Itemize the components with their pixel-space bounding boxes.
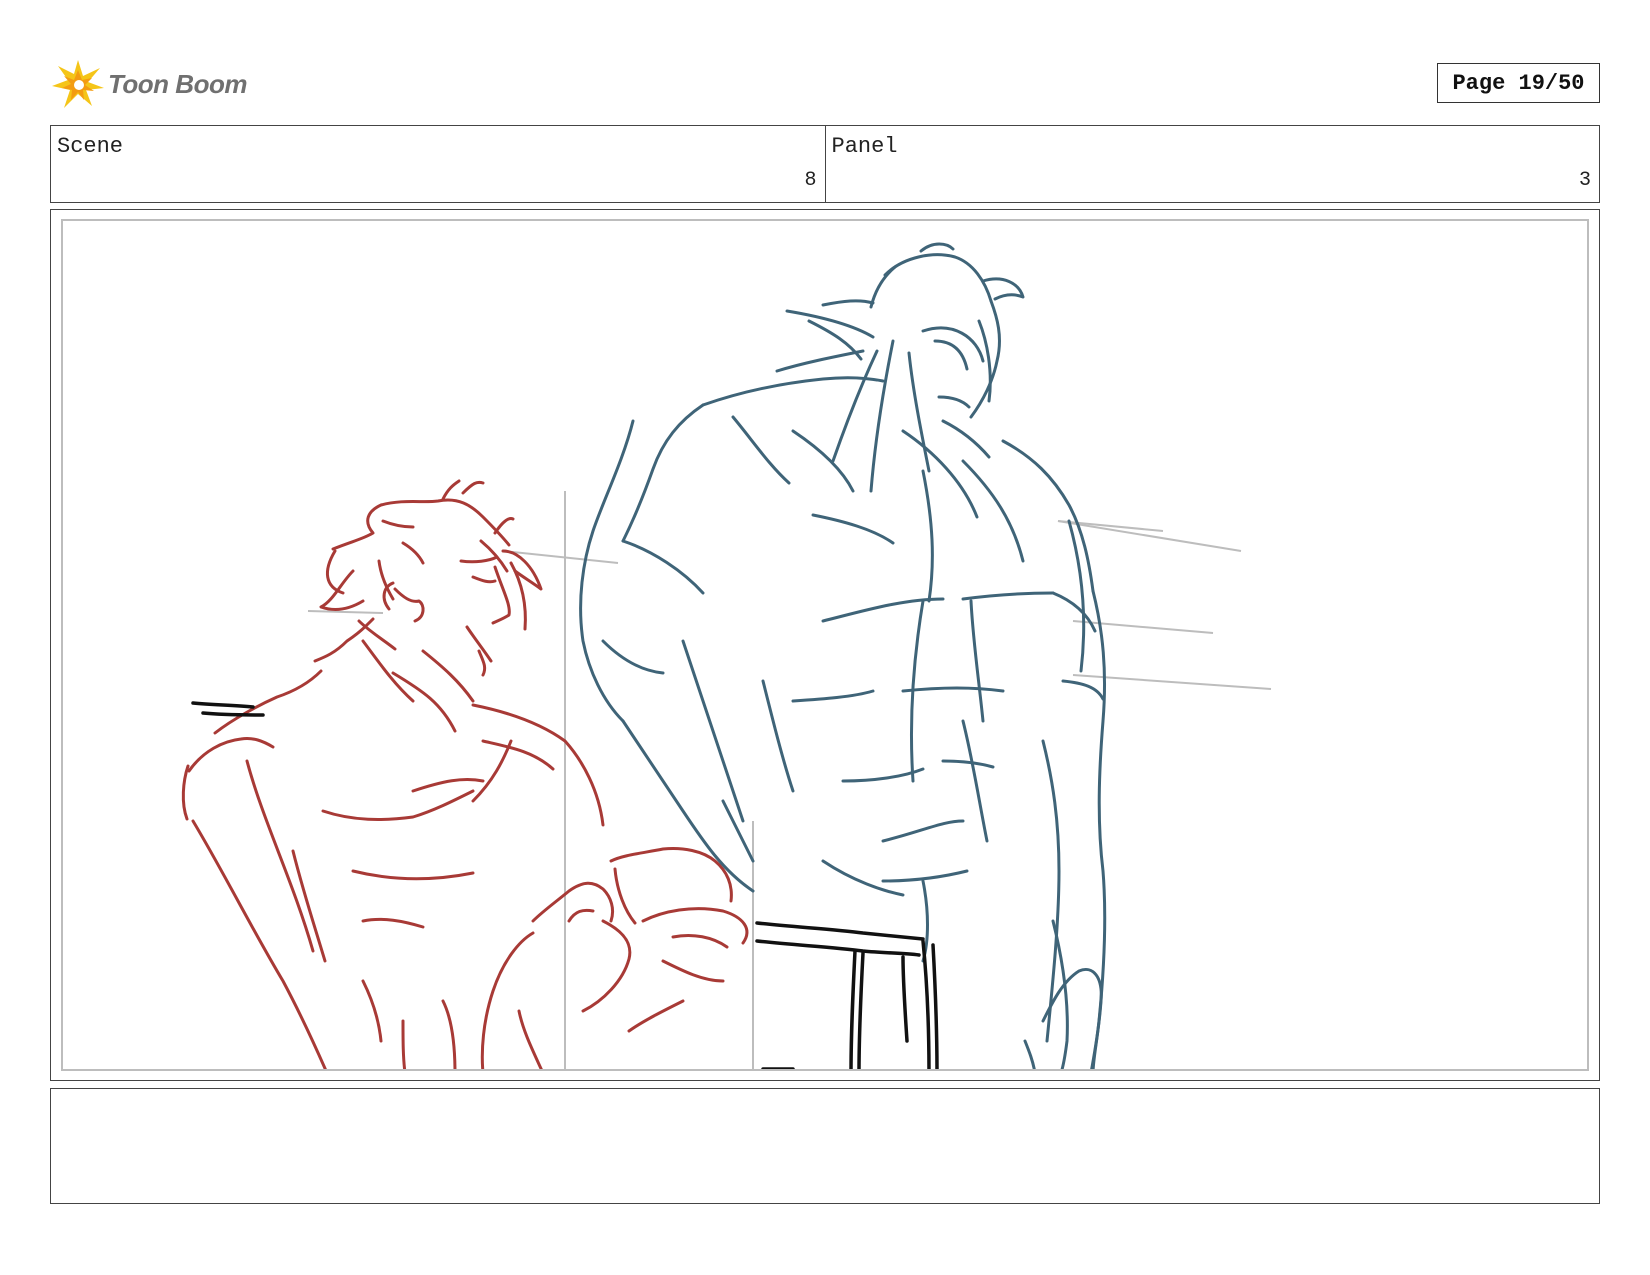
scene-number: 8 (804, 169, 817, 192)
starburst-logo-icon (52, 60, 104, 108)
panel-label: Panel (831, 134, 898, 159)
standing-character-sketch (579, 242, 1107, 1069)
info-row: Scene 8 Panel 3 (50, 125, 1600, 203)
panel-notes-box[interactable] (50, 1088, 1600, 1204)
panel-cell: Panel 3 (824, 126, 1600, 202)
panel-number: 3 (1578, 169, 1591, 192)
scene-label: Scene (57, 134, 124, 159)
scene-cell: Scene 8 (51, 126, 825, 202)
seated-character-sketch (181, 479, 749, 1069)
panel-sketch (181, 242, 1272, 1069)
storyboard-panel (50, 209, 1600, 1081)
logo-text: Toon Boom (108, 68, 247, 99)
panel-safe-area (61, 219, 1589, 1071)
page-number: Page 19/50 (1437, 63, 1600, 103)
toon-boom-logo: Toon Boom (52, 56, 252, 112)
